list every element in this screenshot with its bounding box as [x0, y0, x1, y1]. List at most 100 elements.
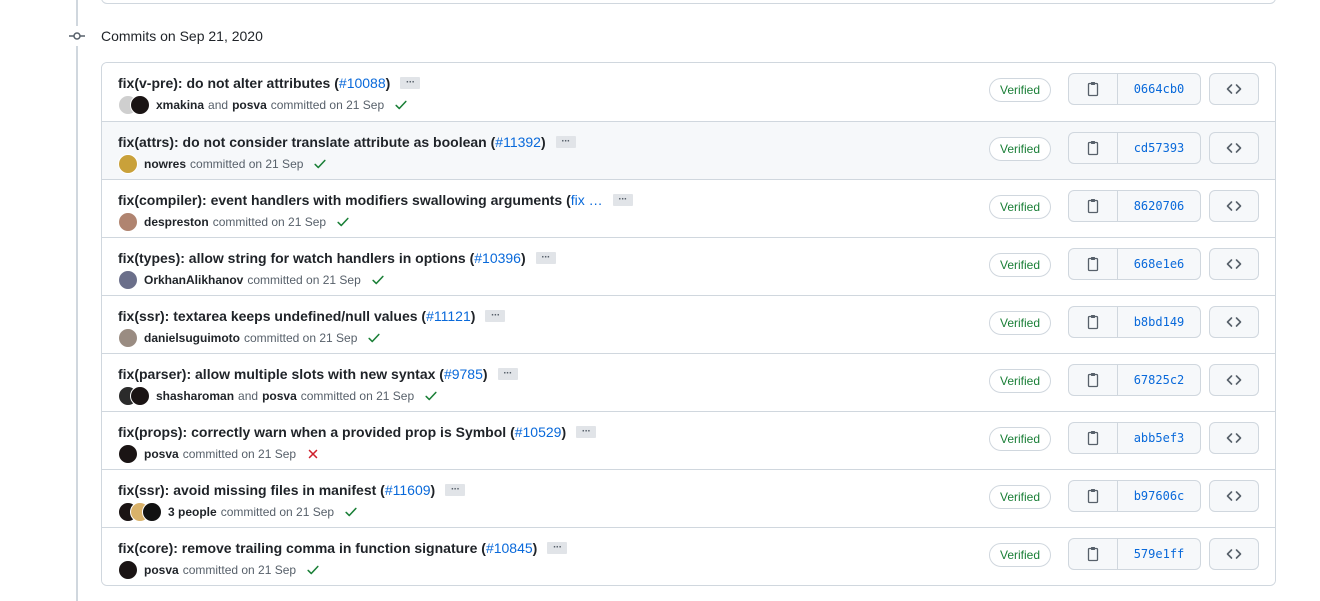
- commit-sha-link[interactable]: b97606c: [1118, 481, 1200, 511]
- commit-title[interactable]: fix(core): remove trailing comma in func…: [118, 540, 486, 556]
- avatar[interactable]: [142, 502, 162, 522]
- commit-sha-link[interactable]: 668e1e6: [1118, 249, 1200, 279]
- ellipsis-icon[interactable]: ···: [445, 484, 466, 496]
- verified-badge[interactable]: Verified: [989, 78, 1052, 102]
- pr-link[interactable]: fix …: [571, 192, 603, 208]
- check-icon[interactable]: [394, 98, 408, 112]
- avatar[interactable]: [118, 154, 138, 174]
- avatar[interactable]: [118, 444, 138, 464]
- commit-sha-link[interactable]: 0664cb0: [1118, 74, 1200, 104]
- author-link[interactable]: posva: [144, 563, 179, 577]
- clipboard-icon[interactable]: [1069, 249, 1118, 279]
- clipboard-icon[interactable]: [1069, 539, 1118, 569]
- check-icon[interactable]: [371, 273, 385, 287]
- clipboard-icon[interactable]: [1069, 423, 1118, 453]
- check-icon[interactable]: [367, 331, 381, 345]
- commit-sha-link[interactable]: b8bd149: [1118, 307, 1200, 337]
- commit-sha-link[interactable]: 8620706: [1118, 191, 1200, 221]
- commit-title[interactable]: fix(ssr): avoid missing files in manifes…: [118, 482, 385, 498]
- author-link[interactable]: posva: [262, 389, 297, 403]
- code-icon[interactable]: [1209, 132, 1259, 164]
- pr-link[interactable]: #10088: [339, 75, 386, 91]
- author-link[interactable]: danielsuguimoto: [144, 331, 240, 345]
- check-icon[interactable]: [424, 389, 438, 403]
- author-link[interactable]: shasharoman: [156, 389, 234, 403]
- commit-title[interactable]: fix(attrs): do not consider translate at…: [118, 134, 495, 150]
- pr-link[interactable]: #9785: [444, 366, 483, 382]
- clipboard-icon[interactable]: [1069, 133, 1118, 163]
- commit-sha-link[interactable]: cd57393: [1118, 133, 1200, 163]
- clipboard-icon[interactable]: [1069, 365, 1118, 395]
- avatar-stack[interactable]: [118, 328, 138, 348]
- ellipsis-icon[interactable]: ···: [400, 77, 421, 89]
- ellipsis-icon[interactable]: ···: [612, 194, 633, 206]
- author-link[interactable]: despreston: [144, 215, 209, 229]
- check-icon[interactable]: [313, 157, 327, 171]
- verified-badge[interactable]: Verified: [989, 427, 1052, 451]
- avatar-stack[interactable]: [118, 560, 138, 580]
- commit-sha-link[interactable]: 579e1ff: [1118, 539, 1200, 569]
- author-link[interactable]: posva: [144, 447, 179, 461]
- pr-link[interactable]: #10529: [515, 424, 562, 440]
- code-icon[interactable]: [1209, 248, 1259, 280]
- pr-link[interactable]: #11392: [495, 134, 541, 150]
- check-icon[interactable]: [344, 505, 358, 519]
- avatar-stack[interactable]: [118, 502, 162, 522]
- verified-badge[interactable]: Verified: [989, 195, 1052, 219]
- author-link[interactable]: OrkhanAlikhanov: [144, 273, 243, 287]
- verified-badge[interactable]: Verified: [989, 369, 1052, 393]
- commit-sha-link[interactable]: abb5ef3: [1118, 423, 1200, 453]
- pr-link[interactable]: #10845: [486, 540, 533, 556]
- check-icon[interactable]: [336, 215, 350, 229]
- clipboard-icon[interactable]: [1069, 307, 1118, 337]
- commit-title[interactable]: fix(compiler): event handlers with modif…: [118, 192, 571, 208]
- commit-title[interactable]: fix(types): allow string for watch handl…: [118, 250, 474, 266]
- avatar-stack[interactable]: [118, 95, 150, 115]
- check-icon[interactable]: [306, 563, 320, 577]
- avatar-stack[interactable]: [118, 444, 138, 464]
- ellipsis-icon[interactable]: ···: [497, 368, 518, 380]
- ellipsis-icon[interactable]: ···: [535, 252, 556, 264]
- clipboard-icon[interactable]: [1069, 191, 1118, 221]
- code-icon[interactable]: [1209, 306, 1259, 338]
- code-icon[interactable]: [1209, 480, 1259, 512]
- commit-title[interactable]: fix(parser): allow multiple slots with n…: [118, 366, 444, 382]
- clipboard-icon[interactable]: [1069, 481, 1118, 511]
- ellipsis-icon[interactable]: ···: [547, 542, 568, 554]
- pr-link[interactable]: #10396: [474, 250, 521, 266]
- ellipsis-icon[interactable]: ···: [485, 310, 506, 322]
- commit-sha-link[interactable]: 67825c2: [1118, 365, 1200, 395]
- code-icon[interactable]: [1209, 190, 1259, 222]
- avatar-stack[interactable]: [118, 270, 138, 290]
- pr-link[interactable]: #11121: [426, 308, 471, 324]
- code-icon[interactable]: [1209, 73, 1259, 105]
- pr-link[interactable]: #11609: [385, 482, 431, 498]
- avatar-stack[interactable]: [118, 386, 150, 406]
- avatar[interactable]: [130, 386, 150, 406]
- author-link[interactable]: xmakina: [156, 98, 204, 112]
- avatar-stack[interactable]: [118, 154, 138, 174]
- authors-count-link[interactable]: 3 people: [168, 505, 217, 519]
- commit-title[interactable]: fix(v-pre): do not alter attributes (: [118, 75, 339, 91]
- ellipsis-icon[interactable]: ···: [555, 136, 576, 148]
- verified-badge[interactable]: Verified: [989, 543, 1052, 567]
- clipboard-icon[interactable]: [1069, 74, 1118, 104]
- code-icon[interactable]: [1209, 422, 1259, 454]
- avatar[interactable]: [118, 212, 138, 232]
- avatar[interactable]: [118, 560, 138, 580]
- verified-badge[interactable]: Verified: [989, 311, 1052, 335]
- author-link[interactable]: nowres: [144, 157, 186, 171]
- commit-title[interactable]: fix(props): correctly warn when a provid…: [118, 424, 515, 440]
- commit-title[interactable]: fix(ssr): textarea keeps undefined/null …: [118, 308, 426, 324]
- avatar-stack[interactable]: [118, 212, 138, 232]
- code-icon[interactable]: [1209, 364, 1259, 396]
- x-icon[interactable]: [306, 447, 320, 461]
- avatar[interactable]: [118, 270, 138, 290]
- avatar[interactable]: [118, 328, 138, 348]
- author-link[interactable]: posva: [232, 98, 267, 112]
- code-icon[interactable]: [1209, 538, 1259, 570]
- verified-badge[interactable]: Verified: [989, 253, 1052, 277]
- avatar[interactable]: [130, 95, 150, 115]
- ellipsis-icon[interactable]: ···: [576, 426, 597, 438]
- verified-badge[interactable]: Verified: [989, 485, 1052, 509]
